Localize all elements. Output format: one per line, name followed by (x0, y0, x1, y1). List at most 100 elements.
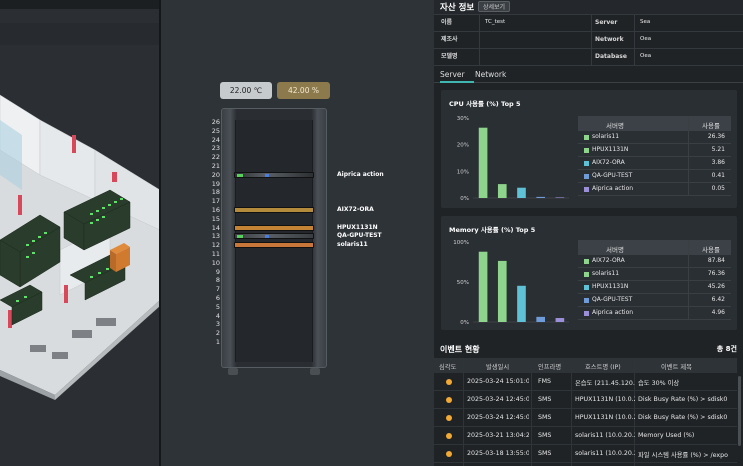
chart-bar[interactable] (478, 127, 488, 198)
table-row[interactable]: solaris11 76.36 (578, 268, 731, 281)
rack-panel: 22.00 ℃ 42.00 % 26 25 24 23 22 21 20 19 18 17 16 15… (161, 0, 434, 466)
events-scrollbar[interactable] (738, 376, 741, 446)
asset-title: 자산 정보 (440, 3, 475, 13)
table-row[interactable]: HPUX1131N 45.26 (578, 281, 731, 294)
usage-value: 5.21 (711, 146, 725, 153)
chart-bar[interactable] (555, 197, 565, 198)
event-title: 습도 30% 이상 (638, 380, 680, 387)
table-row[interactable]: AIX72-ORA 87.84 (578, 255, 731, 268)
tab-server[interactable]: Server (440, 70, 474, 83)
legend-swatch (584, 135, 589, 140)
event-row[interactable]: 2025-03-24 12:45:00 SMS HPUX1131N (10.0.2 D… (434, 391, 737, 409)
events-header-host: 호스트명 (IP) (585, 364, 621, 371)
table-row[interactable]: Aiprica action 0.05 (578, 183, 731, 196)
rack-slot-number: 6 (215, 294, 220, 302)
chart-bar[interactable] (536, 316, 545, 322)
chart-bar[interactable] (517, 187, 526, 198)
chart-bar[interactable] (497, 184, 507, 198)
severity-indicator (446, 451, 452, 457)
events-header-time: 발생일시 (486, 364, 510, 371)
memory-table-header: 서버명 사용률 (578, 240, 731, 255)
events-header-infra: 인프라명 (538, 364, 562, 371)
cpu-usage-card: CPU 사용률 (%) Top 5 30% 20% 10% 0% 서버명 사용률 so… (441, 90, 737, 208)
table-row[interactable]: AIX72-ORA 3.86 (578, 157, 731, 170)
asset-network-value: Oea (640, 36, 652, 42)
events-title: 이벤트 현황 (440, 345, 480, 354)
event-infra: FMS (538, 378, 552, 385)
rack-device[interactable] (234, 242, 314, 249)
event-row[interactable]: 2025-03-24 15:01:04 FMS 온습도 (211.45.120. 습도… (434, 373, 737, 391)
rack-slot-number: 20 (211, 170, 220, 179)
y-tick-label: 30% (457, 116, 469, 122)
memory-usage-card: Memory 사용률 (%) Top 5 100% 50% 0% 서버명 사용률 A… (441, 216, 737, 330)
event-infra: SMS (538, 396, 552, 403)
rack-slot-number: 26 (211, 118, 220, 126)
rack-slot-number: 25 (211, 126, 220, 135)
legend-swatch (584, 285, 589, 290)
table-row[interactable]: QA-GPU-TEST 0.41 (578, 170, 731, 183)
y-tick-label: 20% (457, 143, 469, 149)
event-row[interactable]: 2025-03-21 13:04:28 SMS solaris11 (10.0.20… (434, 427, 737, 445)
rack-device[interactable] (234, 171, 314, 178)
rack-device[interactable] (234, 233, 314, 240)
rack-device-label: Aiprica action (337, 170, 384, 178)
usage-value: 87.84 (707, 257, 725, 264)
server-name: QA-GPU-TEST (592, 296, 633, 303)
chart-bar[interactable] (555, 318, 565, 322)
rack-slot-number: 8 (215, 276, 220, 285)
chart-bar[interactable] (478, 251, 488, 322)
event-row[interactable]: 2025-03-18 13:55:02 SMS solaris11 (10.0.20… (434, 445, 737, 463)
event-time: 2025-03-24 12:45:00 (467, 396, 529, 403)
legend-swatch (584, 259, 589, 264)
event-host: solaris11 (10.0.20.24 (575, 450, 635, 457)
rack-device[interactable] (234, 224, 314, 231)
chart-bar[interactable] (517, 285, 526, 322)
chart-bar[interactable] (536, 196, 545, 198)
asset-server-label: Server (595, 19, 618, 26)
rack-slot-number: 7 (215, 285, 220, 294)
event-title: Disk Busy Rate (%) > sdisk0 (638, 396, 728, 403)
server-name: Aiprica action (592, 185, 634, 192)
rack-device[interactable] (234, 207, 314, 213)
memory-table-header-usage: 사용률 (702, 246, 720, 254)
legend-swatch (584, 311, 589, 316)
floor-3d-view[interactable] (0, 0, 160, 466)
event-title: 파일 시스템 사용률 (%) > /expo (638, 452, 728, 459)
event-title: Memory Used (%) (638, 432, 695, 439)
cpu-table-header-usage: 사용률 (702, 122, 720, 130)
humidity-badge: 42.00 % (277, 82, 330, 99)
rack-device-label: AIX72-ORA (337, 206, 374, 213)
table-row[interactable]: QA-GPU-TEST 6.42 (578, 294, 731, 307)
rack-slot-number: 13 (211, 232, 220, 241)
events-header-title: 이벤트 제목 (661, 364, 692, 371)
event-host: HPUX1131N (10.0.2 (575, 396, 635, 403)
table-row[interactable]: HPUX1131N 5.21 (578, 144, 731, 157)
server-name: solaris11 (592, 133, 620, 140)
asset-detail-button[interactable]: 상세보기 (478, 1, 511, 12)
table-row[interactable]: Aiprica action 4.96 (578, 307, 731, 320)
usage-value: 3.86 (711, 159, 725, 166)
chart-bar[interactable] (497, 260, 507, 322)
rack-slot-number: 23 (211, 144, 220, 153)
rack-slot-number: 2 (215, 329, 220, 338)
tab-network[interactable]: Network (475, 70, 506, 83)
rack-slot-number: 18 (211, 188, 220, 197)
rack-slot-number: 17 (211, 197, 220, 206)
asset-model-label: 모델명 (441, 53, 458, 60)
rack-device-label: HPUX1131N (337, 223, 378, 231)
rack-slot-number: 4 (215, 311, 220, 320)
floor-isometric-drawing (0, 94, 160, 400)
event-time: 2025-03-24 15:01:04 (467, 378, 529, 385)
device-led (237, 173, 243, 177)
device-led (265, 235, 269, 239)
events-count: 총 8건 (716, 345, 737, 353)
usage-value: 0.41 (711, 172, 725, 179)
severity-indicator (446, 415, 452, 421)
usage-value: 76.36 (707, 270, 725, 277)
memory-table-header-name: 서버명 (606, 246, 624, 254)
rack-slot-number: 10 (211, 258, 220, 267)
server-name: AIX72-ORA (592, 159, 625, 166)
usage-value: 4.96 (711, 309, 725, 316)
table-row[interactable]: solaris11 26.36 (578, 131, 731, 144)
event-row[interactable]: 2025-03-24 12:45:00 SMS HPUX1131N (10.0.2 D… (434, 409, 737, 427)
